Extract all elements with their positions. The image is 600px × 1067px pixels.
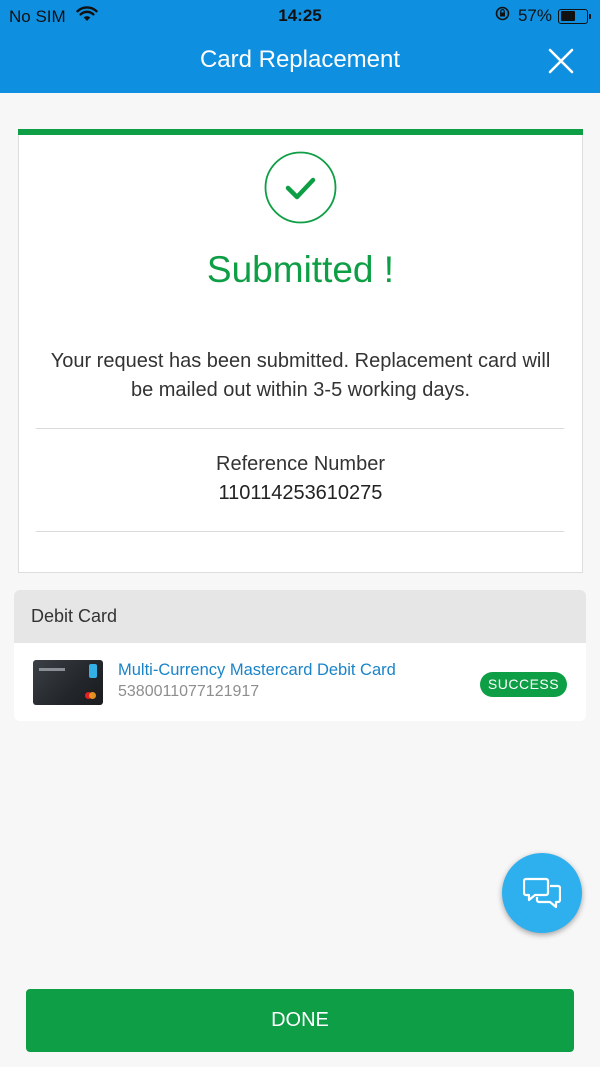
status-title: Submitted ! xyxy=(206,249,395,290)
chat-button[interactable] xyxy=(502,853,582,933)
mastercard-logo-icon xyxy=(89,692,96,699)
app-header: No SIM 14:25 57% Card Replacement xyxy=(0,0,600,93)
battery-percent: 57% xyxy=(517,6,552,25)
result-card: Submitted ! Your request has been submit… xyxy=(18,129,583,573)
reference-label: Reference Number xyxy=(216,453,385,475)
battery-icon xyxy=(558,8,591,24)
close-button[interactable] xyxy=(544,44,578,78)
debit-card-section: Debit Card Multi-Currency Mastercard Deb… xyxy=(14,590,586,721)
status-right: 57% xyxy=(495,6,591,26)
bank-logo-icon xyxy=(89,664,97,678)
status-bar: No SIM 14:25 57% xyxy=(0,0,600,32)
reference-number: 110114253610275 xyxy=(218,482,383,504)
card-name-link[interactable]: Multi-Currency Mastercard Debit Card xyxy=(118,661,396,680)
status-badge: SUCCESS xyxy=(480,672,567,697)
section-title: Debit Card xyxy=(31,606,118,626)
check-icon xyxy=(264,151,337,224)
rotation-lock-icon xyxy=(495,6,510,26)
card-number: 5380011077121917 xyxy=(118,683,260,700)
close-icon xyxy=(548,48,574,74)
done-button[interactable]: DONE xyxy=(26,989,574,1052)
card-image xyxy=(33,660,103,705)
section-header: Debit Card xyxy=(14,590,586,643)
page-title: Card Replacement xyxy=(199,46,401,73)
status-message: Your request has been submitted. Replace… xyxy=(50,350,551,401)
divider xyxy=(36,428,564,429)
success-bar xyxy=(18,129,583,135)
battery-level-fill xyxy=(560,11,575,21)
divider xyxy=(36,531,564,532)
chat-bubbles-icon xyxy=(523,877,561,909)
card-text-stripe xyxy=(39,668,65,671)
